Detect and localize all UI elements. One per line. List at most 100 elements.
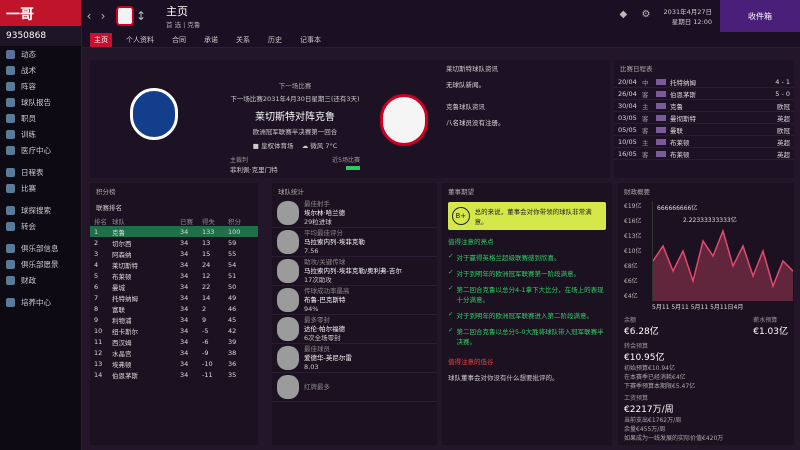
stat-row[interactable]: 最多零封 达伦·帕尔福德 6次全场零封 xyxy=(272,315,437,344)
league-points: 39 xyxy=(228,337,237,346)
stat-row[interactable]: 助攻/关键传球 马拉索内列-埃菲克勒/奥利弗-吉尔 17次助攻 xyxy=(272,257,437,286)
sidebar-item[interactable]: 动态 xyxy=(0,46,81,62)
date-box[interactable]: 2031年4月27日 星期日 12:00 xyxy=(664,6,712,26)
sidebar-item[interactable]: 俱乐部愿景 xyxy=(0,256,81,272)
shield-icon[interactable]: ◆ xyxy=(620,9,634,23)
league-pos: 14 xyxy=(94,370,103,379)
league-table-row[interactable]: 2 切尔西 34 13 59 xyxy=(90,237,258,248)
league-table-row[interactable]: 13 埃弗顿 34 -10 36 xyxy=(90,358,258,369)
sidebar-item[interactable]: 医疗中心 xyxy=(0,142,81,158)
fixture-row[interactable]: 03/05 客 曼彻斯特 英超 xyxy=(614,112,794,124)
sidebar-item[interactable]: 职员 xyxy=(0,110,81,126)
league-pos: 5 xyxy=(94,271,99,280)
league-played: 34 xyxy=(180,315,189,324)
board-expectations-title[interactable]: 董事期望 xyxy=(442,183,612,199)
finance-y-label: €13亿 xyxy=(624,233,642,240)
fixture-row[interactable]: 16/05 客 布莱顿 英超 xyxy=(614,148,794,160)
league-table-subtitle: 联赛排名 xyxy=(96,204,122,212)
tab-item[interactable]: 历史 xyxy=(264,33,286,47)
sidebar-item[interactable]: 财政 xyxy=(0,272,81,288)
fixture-date: 30/04 xyxy=(618,101,637,110)
stat-row[interactable]: 红牌最多 xyxy=(272,373,437,402)
tab-item[interactable]: 个人资料 xyxy=(122,33,158,47)
stat-info: 助攻/关键传球 马拉索内列-埃菲克勒/奥利弗-吉尔 17次助攻 xyxy=(304,258,402,285)
league-table-row[interactable]: 11 西汉姆 34 -6 39 xyxy=(90,336,258,347)
sidebar-item[interactable]: 球队报告 xyxy=(0,94,81,110)
tab-item[interactable]: 合同 xyxy=(168,33,190,47)
team-stats-title[interactable]: 球队统计 xyxy=(272,183,437,199)
sidebar-item-label: 比赛 xyxy=(21,183,36,193)
fixture-opponent: 曼联 xyxy=(670,126,683,135)
finance-panel: 财政概要 €19亿 €16亿 €13亿 €10亿 €8亿 €6亿 €4亿 666666666… xyxy=(618,183,794,445)
fixture-row[interactable]: 30/04 主 克鲁 欧冠 xyxy=(614,100,794,112)
fixture-result: 欧冠 xyxy=(777,102,790,111)
sidebar-item[interactable]: 培养中心 xyxy=(0,294,81,310)
positive-item: ✓ 第二回合克鲁以总分5-0大胜将球队带入冠军联赛半决赛。 xyxy=(442,323,612,349)
league-table-row[interactable]: 1 克鲁 34 133 100 xyxy=(90,226,258,237)
league-team: 富联 xyxy=(112,305,125,314)
finance-line: 在本赛季已经消耗€4亿 xyxy=(624,374,686,381)
fixture-row[interactable]: 05/05 客 曼联 欧冠 xyxy=(614,124,794,136)
league-played: 34 xyxy=(180,282,189,291)
player-avatar xyxy=(277,259,299,283)
league-table-row[interactable]: 7 托特纳姆 34 14 49 xyxy=(90,292,258,303)
league-table-row[interactable]: 3 阿森纳 34 15 55 xyxy=(90,248,258,259)
inbox-button[interactable]: 收件箱 xyxy=(720,0,800,32)
finance-x-label: 5月11 5月11 5月11 5月11日4月 xyxy=(652,304,744,311)
news-title-1[interactable]: 莱切斯特球队资讯 xyxy=(440,60,610,76)
transfer-value: €10.95亿 xyxy=(624,353,665,363)
tab-item[interactable]: 承诺 xyxy=(200,33,222,47)
finance-y-label: €10亿 xyxy=(624,248,642,255)
forward-arrow-icon[interactable]: › xyxy=(96,9,110,23)
next-match-teams[interactable]: 莱切斯特对阵克鲁 xyxy=(230,108,360,123)
sidebar-item[interactable]: 球探搜索 xyxy=(0,202,81,218)
sidebar-item[interactable]: 战术 xyxy=(0,62,81,78)
league-table-row[interactable]: 4 莱切斯特 34 24 54 xyxy=(90,259,258,270)
league-played: 34 xyxy=(180,326,189,335)
stat-row[interactable]: 最佳射手 埃尔林·哈兰德 29粒进球 xyxy=(272,199,437,228)
club-badge-icon[interactable] xyxy=(116,6,134,26)
sidebar-item[interactable]: 训练 xyxy=(0,126,81,142)
league-table-row[interactable]: 6 曼城 34 22 50 xyxy=(90,281,258,292)
fixture-row[interactable]: 10/05 主 布莱顿 英超 xyxy=(614,136,794,148)
league-played: 34 xyxy=(180,271,189,280)
news-title-2[interactable]: 克鲁球队资讯 xyxy=(440,98,610,114)
team-news-panel: 莱切斯特球队资讯 无球队新闻。 克鲁球队资讯 八名球员没有注册。 xyxy=(440,60,610,178)
check-icon: ✓ xyxy=(448,310,454,318)
sidebar-item[interactable]: 转会 xyxy=(0,218,81,234)
gear-icon[interactable]: ⚙ xyxy=(642,9,656,23)
finance-y-label: €8亿 xyxy=(624,263,638,270)
league-table-row[interactable]: 14 伯恩茅斯 34 -11 35 xyxy=(90,369,258,380)
tab-item[interactable]: 主页 xyxy=(90,32,112,47)
league-table-row[interactable]: 10 纽卡斯尔 34 -5 42 xyxy=(90,325,258,336)
referee-name[interactable]: 菲利佩·克里门特 xyxy=(230,164,278,174)
league-table-row[interactable]: 12 水晶宫 34 -9 38 xyxy=(90,347,258,358)
stat-player-name: 马拉索内列-埃菲克勒 xyxy=(304,237,365,246)
league-table-row[interactable]: 8 富联 34 2 46 xyxy=(90,303,258,314)
tab-item[interactable]: 记事本 xyxy=(296,33,325,47)
chevron-up-down-icon[interactable]: ↕ xyxy=(134,9,148,23)
sidebar-item[interactable]: 日程表 xyxy=(0,164,81,180)
league-played: 34 xyxy=(180,227,189,236)
league-table-row[interactable]: 9 利物浦 34 9 45 xyxy=(90,314,258,325)
sidebar-item[interactable]: 比赛 xyxy=(0,180,81,196)
league-table-row[interactable]: 5 布莱顿 34 12 51 xyxy=(90,270,258,281)
fixture-row[interactable]: 20/04 中 托特纳姆 4 - 1 xyxy=(614,76,794,88)
stat-row[interactable]: 平均最佳评分 马拉索内列-埃菲克勒 7.56 xyxy=(272,228,437,257)
sidebar-item[interactable]: 阵容 xyxy=(0,78,81,94)
tab-item[interactable]: 关系 xyxy=(232,33,254,47)
fixture-row[interactable]: 26/04 客 伯恩茅斯 5 - 0 xyxy=(614,88,794,100)
finance-title[interactable]: 财政概要 xyxy=(618,183,794,199)
league-pos: 2 xyxy=(94,238,99,247)
sidebar-item[interactable]: 俱乐部信息 xyxy=(0,240,81,256)
stat-row[interactable]: 传球成功率最高 布鲁-巴克斯特 94% xyxy=(272,286,437,315)
stadium-icon: ■ xyxy=(252,142,259,150)
fixture-team-icon xyxy=(656,138,666,145)
stat-row[interactable]: 最佳球员 爱德华-英尼尔雷 8.03 xyxy=(272,344,437,373)
league-table-title[interactable]: 积分榜 xyxy=(90,183,258,199)
sidebar-item-label: 职员 xyxy=(21,113,36,123)
sidebar-item-icon xyxy=(6,183,15,193)
fixtures-title[interactable]: 比赛日程表 xyxy=(614,60,794,76)
back-arrow-icon[interactable]: ‹ xyxy=(82,9,96,23)
form-indicator xyxy=(346,164,360,174)
